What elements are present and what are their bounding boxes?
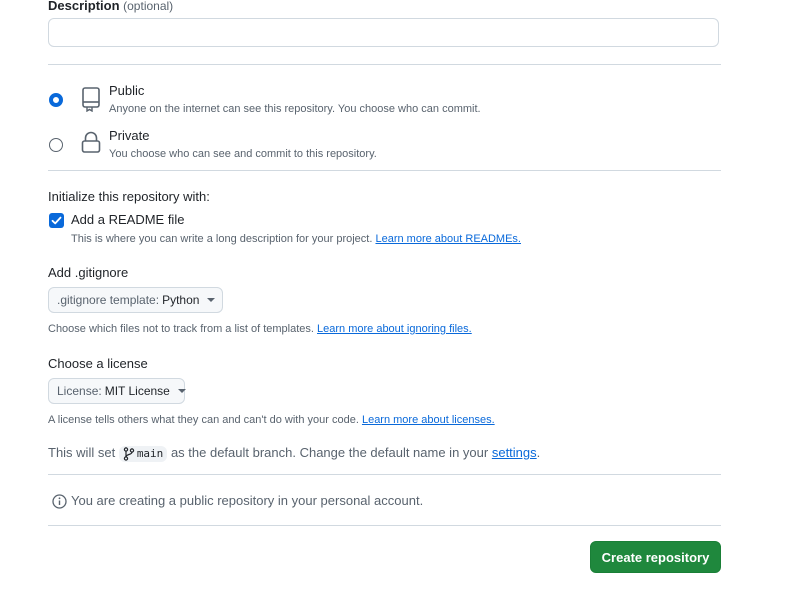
- divider: [48, 525, 721, 526]
- description-input[interactable]: [48, 18, 719, 47]
- license-value: MIT License: [104, 384, 170, 398]
- check-icon: [51, 216, 62, 225]
- gitignore-prefix: .gitignore template:: [57, 293, 160, 307]
- create-repository-button[interactable]: Create repository: [590, 541, 721, 573]
- caret-down-icon: [177, 389, 186, 393]
- readme-help: This is where you can write a long descr…: [71, 233, 521, 245]
- readme-checkbox[interactable]: [49, 213, 64, 228]
- caret-down-icon: [207, 298, 216, 302]
- public-radio[interactable]: [49, 93, 63, 107]
- default-branch-line: This will set main as the default branch…: [48, 445, 540, 462]
- private-description: You choose who can see and commit to thi…: [109, 148, 377, 160]
- branch-chip: main: [118, 445, 168, 462]
- learn-more-ignoring-link[interactable]: Learn more about ignoring files.: [317, 323, 472, 335]
- divider: [48, 64, 721, 65]
- private-radio[interactable]: [49, 138, 63, 152]
- branch-pre-text: This will set: [48, 445, 116, 460]
- gitignore-help: Choose which files not to track from a l…: [48, 323, 472, 335]
- public-description: Anyone on the internet can see this repo…: [109, 103, 481, 115]
- gitignore-value: Python: [162, 293, 200, 307]
- readme-label: Add a README file: [71, 212, 185, 227]
- description-label: Description: [48, 0, 120, 13]
- public-notice: You are creating a public repository in …: [71, 493, 424, 508]
- settings-link[interactable]: settings: [492, 445, 537, 460]
- gitignore-dropdown[interactable]: .gitignore template: Python: [48, 287, 223, 313]
- learn-more-readmes-link[interactable]: Learn more about READMEs.: [375, 233, 521, 245]
- license-help-text: A license tells others what they can and…: [48, 414, 359, 426]
- init-heading: Initialize this repository with:: [48, 189, 210, 204]
- branch-name: main: [136, 447, 164, 461]
- readme-help-text: This is where you can write a long descr…: [71, 233, 373, 245]
- git-branch-icon: [123, 446, 135, 461]
- gitignore-help-text: Choose which files not to track from a l…: [48, 323, 314, 335]
- branch-end-text: .: [536, 445, 541, 460]
- license-prefix: License:: [57, 384, 102, 398]
- optional-hint: (optional): [123, 0, 174, 13]
- learn-more-licenses-link[interactable]: Learn more about licenses.: [362, 414, 495, 426]
- info-icon: [52, 494, 67, 514]
- divider: [48, 170, 721, 171]
- license-help: A license tells others what they can and…: [48, 414, 495, 426]
- license-dropdown[interactable]: License: MIT License: [48, 378, 186, 404]
- divider: [48, 474, 721, 475]
- gitignore-heading: Add .gitignore: [48, 265, 129, 280]
- lock-icon: [80, 131, 102, 160]
- public-title: Public: [109, 83, 145, 98]
- license-heading: Choose a license: [48, 356, 148, 371]
- description-label-row: Description (optional): [48, 0, 173, 13]
- private-title: Private: [109, 128, 150, 143]
- repo-icon: [80, 86, 102, 117]
- branch-post-text: as the default branch. Change the defaul…: [170, 445, 489, 460]
